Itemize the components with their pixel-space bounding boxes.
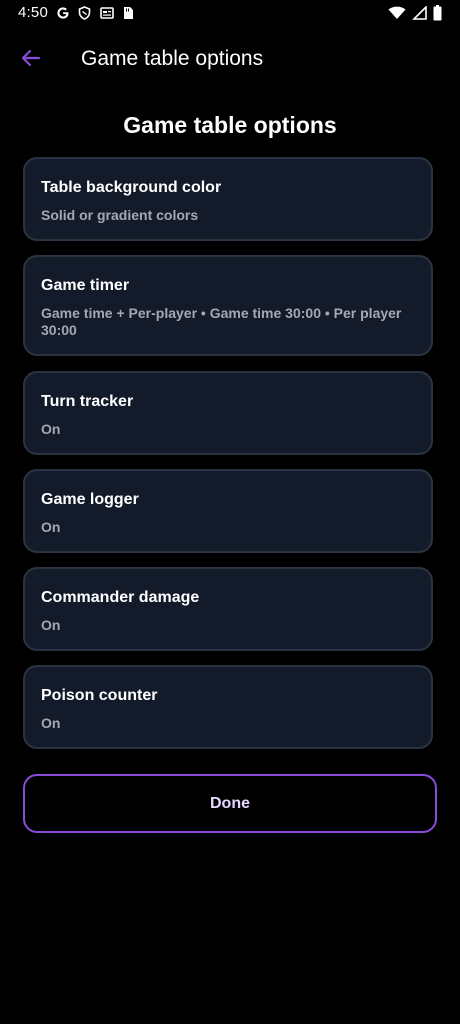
done-button[interactable]: Done [23,774,437,833]
cell-signal-icon [412,5,427,25]
sim-card-icon [121,5,136,20]
option-subtitle: Game time + Per-player • Game time 30:00… [41,305,402,338]
option-title: Poison counter [41,687,158,704]
arrow-left-icon [21,49,41,72]
back-button[interactable] [14,43,48,77]
option-title: Commander damage [41,589,200,606]
option-table-background-color[interactable]: Table background color Solid or gradient… [23,157,433,241]
page-heading: Game table options [123,112,337,138]
wifi-icon [388,6,406,25]
option-subtitle: On [41,421,61,437]
status-right-icons [388,5,442,26]
battery-icon [433,5,442,26]
option-subtitle: Solid or gradient colors [41,207,199,223]
option-subtitle: On [41,715,61,731]
status-time: 4:50 [18,4,48,21]
shield-icon [77,5,92,20]
status-left-icons [55,5,136,20]
option-turn-tracker[interactable]: Turn tracker On [23,371,433,455]
option-poison-counter[interactable]: Poison counter On [23,665,433,749]
option-subtitle: On [41,519,61,535]
option-commander-damage[interactable]: Commander damage On [23,567,433,651]
option-game-timer[interactable]: Game timer Game time + Per-player • Game… [23,255,433,356]
option-subtitle: On [41,617,61,633]
option-title: Turn tracker [41,393,134,410]
option-title: Game timer [41,277,130,294]
news-icon [99,5,114,20]
app-bar-title: Game table options [81,47,264,70]
option-title: Table background color [41,179,222,196]
option-game-logger[interactable]: Game logger On [23,469,433,553]
option-title: Game logger [41,491,139,508]
status-bar: 4:50 [0,0,460,28]
app-bar: Game table options [0,34,460,84]
google-g-icon [55,5,70,20]
